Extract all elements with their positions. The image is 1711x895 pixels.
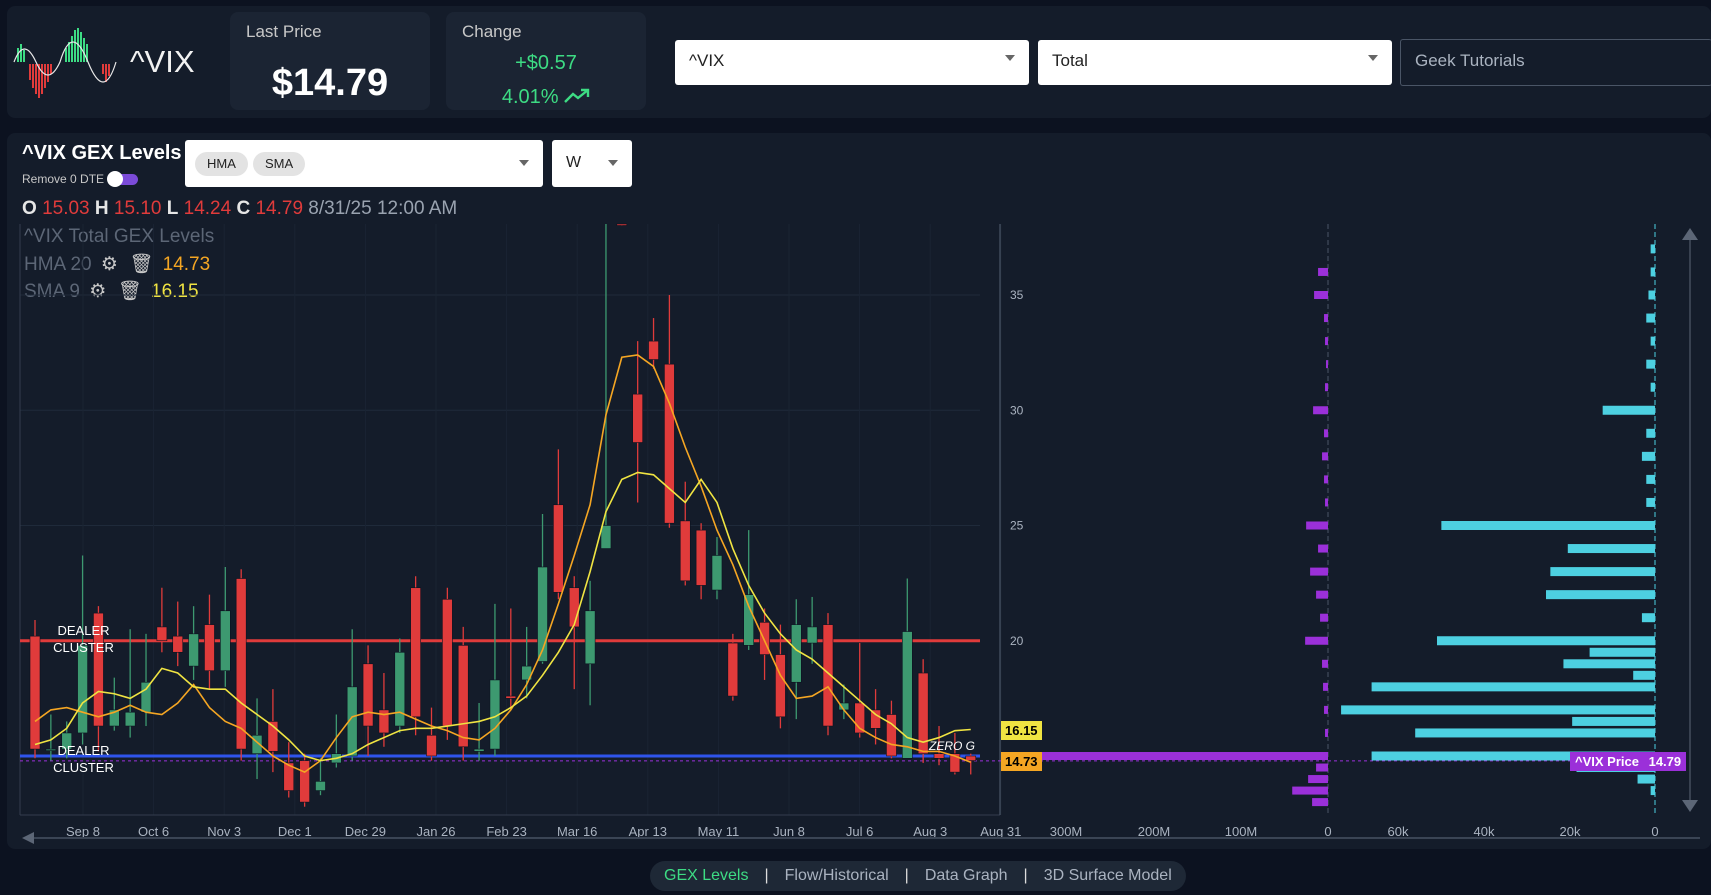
remove-0dte-label: Remove 0 DTE [22,172,105,186]
change-label: Change [462,22,522,41]
trash-icon[interactable]: 🗑 [129,254,153,275]
vix-price-badge-label: ^VIX Price [1575,754,1639,769]
sma-name: SMA [24,281,65,302]
logo-green-bars [17,28,88,62]
remove-0dte-toggle[interactable] [107,171,138,187]
ticker-symbol: ^VIX [130,44,195,79]
dealer-cluster-bottom-label: DEALER CLUSTER [53,743,114,775]
ohlc-l-label: L [166,198,179,219]
timeframe-value: W [566,154,582,171]
vix-price-badge-value: 14.79 [1648,754,1682,769]
ohlc-c-label: C [236,198,251,219]
bottom-nav: GEX Levels | Flow/Historical | Data Grap… [650,861,1186,891]
change-card: Change +$0.57 4.01% [446,12,646,110]
gear-icon[interactable]: ⚙ [101,254,118,275]
ohlc-open: 15.03 [42,198,90,219]
sma-axis-badge: 16.15 [1001,721,1042,740]
ohlc-readout: O 15.03 H 15.10 L 14.24 C 14.79 8/31/25 … [22,198,457,220]
chevron-down-icon [519,160,529,166]
legend-title: ^VIX Total GEX Levels [24,226,215,247]
sma-value: 16.15 [151,281,199,302]
legend-hma: HMA 20 ⚙ 🗑 14.73 [24,252,210,276]
nav-gex-levels[interactable]: GEX Levels [664,867,748,885]
ohlc-close: 14.79 [255,198,304,219]
hma-period: 20 [70,254,92,275]
hma-axis-badge: 14.73 [1001,752,1042,771]
symbol-select[interactable]: ^VIX [675,40,1029,85]
trash-icon[interactable]: 🗑 [118,281,142,302]
logo [13,28,117,98]
indicator-chip-sma[interactable]: SMA [253,152,306,176]
tutorials-input[interactable]: Geek Tutorials [1400,39,1711,86]
trending-up-icon [564,88,590,103]
last-price-label: Last Price [246,22,322,41]
nav-data-graph[interactable]: Data Graph [925,867,1008,885]
timeframe-select[interactable]: W [552,140,632,187]
zero-g-label: ZERO G [929,739,976,753]
ohlc-high: 15.10 [113,198,162,219]
chart-panel [7,133,1711,849]
tutorials-value: Geek Tutorials [1415,51,1525,70]
ohlc-h-label: H [94,198,109,219]
change-amount: +$0.57 [515,52,577,74]
sma-period: 9 [69,281,80,302]
dealer-cluster-top-label: DEALER CLUSTER [53,623,114,655]
last-price-card: Last Price $14.79 [230,12,430,110]
chevron-down-icon [1005,55,1015,61]
nav-3d-surface-model[interactable]: 3D Surface Model [1044,867,1172,885]
indicator-select[interactable]: HMA SMA [185,140,543,187]
gex-type-select-value: Total [1052,51,1088,70]
gear-icon[interactable]: ⚙ [89,281,106,302]
ohlc-o-label: O [22,198,37,219]
logo-red-bars [29,64,110,98]
indicator-chip-hma[interactable]: HMA [195,152,248,176]
change-percent-row: 4.01% [446,86,646,109]
ohlc-date: 8/31/25 12:00 AM [308,198,458,219]
chevron-down-icon [608,160,618,166]
symbol-select-value: ^VIX [689,51,725,70]
nav-flow-historical[interactable]: Flow/Historical [785,867,889,885]
toggle-knob [107,171,123,187]
chart-title: ^VIX GEX Levels [22,142,182,164]
chevron-down-icon [1368,55,1378,61]
hma-value: 14.73 [162,254,211,275]
last-price-value: $14.79 [271,62,389,104]
hma-name: HMA [24,254,66,275]
vix-price-badge: ^VIX Price 14.79 [1570,752,1687,771]
change-percent: 4.01% [501,86,559,108]
ohlc-low: 14.24 [183,198,232,219]
gex-type-select[interactable]: Total [1038,40,1392,85]
legend-sma: SMA 9 ⚙ 🗑 16.15 [24,279,199,303]
